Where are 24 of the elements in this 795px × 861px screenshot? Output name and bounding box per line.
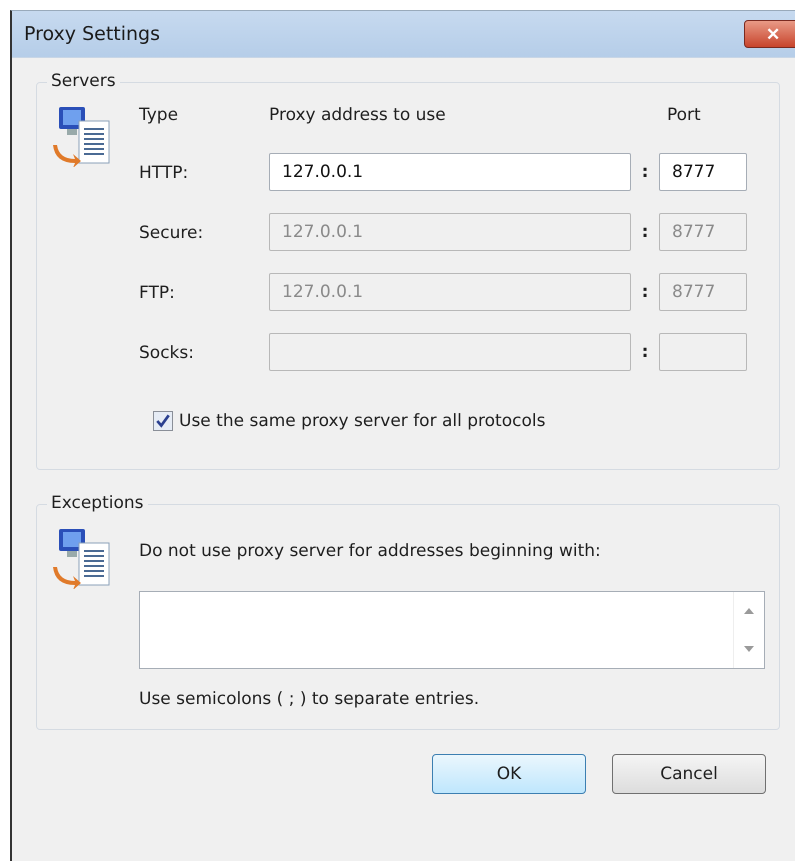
exceptions-description: Do not use proxy server for addresses beginning with:: [139, 541, 602, 561]
separator: :: [640, 162, 650, 182]
checkbox-label[interactable]: Use the same proxy server for all protocols: [179, 411, 546, 431]
ok-button[interactable]: OK: [432, 754, 586, 794]
column-header: Proxy address to use: [269, 105, 447, 127]
scroll-up-icon[interactable]: [744, 608, 754, 614]
port-field[interactable]: 8777: [659, 153, 747, 191]
column-header: Port: [666, 105, 702, 127]
separator: :: [640, 342, 650, 362]
protocol-label: Socks:: [139, 342, 195, 363]
group-title: Exceptions: [47, 493, 148, 513]
separator: :: [640, 282, 650, 302]
window-title: Proxy Settings: [24, 23, 160, 45]
column-header: Type: [139, 105, 180, 127]
exceptions-field[interactable]: [139, 591, 765, 669]
exceptions-hint: Use semicolons ( ; ) to separate entries.: [139, 689, 480, 709]
protocol-label: FTP:: [139, 282, 176, 303]
protocol-label: Secure:: [139, 222, 204, 243]
cancel-button[interactable]: Cancel: [612, 754, 766, 794]
separator: :: [640, 222, 650, 242]
checkbox[interactable]: [153, 411, 173, 431]
address-field[interactable]: 127.0.0.1: [269, 153, 631, 191]
protocol-label: HTTP:: [139, 162, 190, 183]
scroll-down-icon[interactable]: [744, 646, 754, 652]
